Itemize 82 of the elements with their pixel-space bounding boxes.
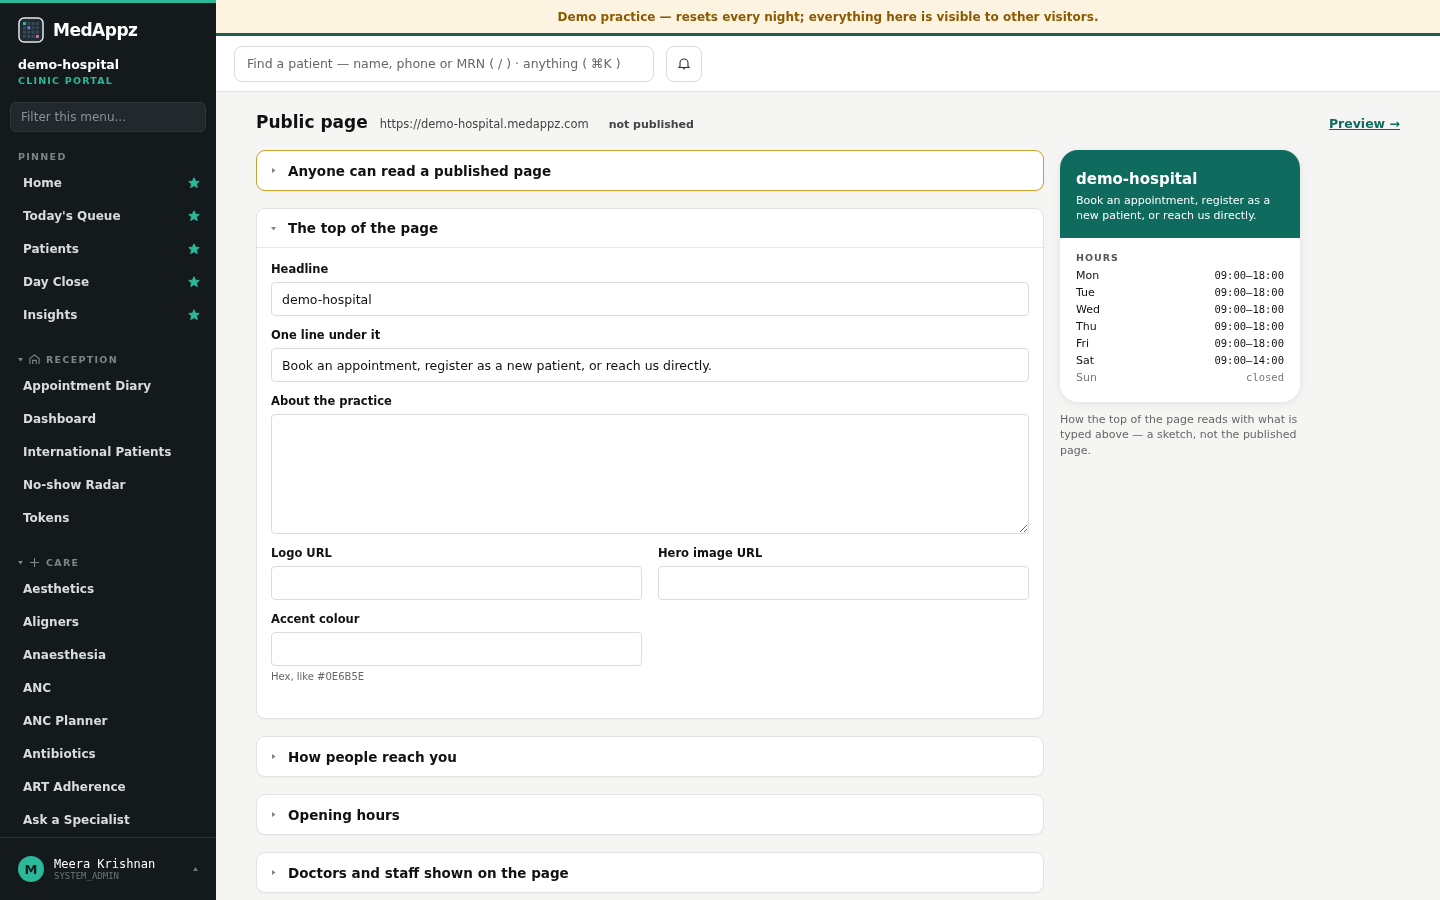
day-label: Thu [1076,319,1097,333]
menu-item[interactable]: ANC [0,671,216,704]
menu-item[interactable]: Aligners [0,605,216,638]
menu-item[interactable]: Anaesthesia [0,638,216,671]
star-icon[interactable] [188,275,200,288]
star-icon[interactable] [188,176,200,189]
day-label: Wed [1076,302,1100,316]
menu-item[interactable]: Home [0,166,216,199]
day-label: Sun [1076,370,1097,384]
hours-value: 09:00–18:00 [1214,320,1284,333]
hours-value: 09:00–18:00 [1214,337,1284,350]
field-label: Accent colour [271,612,361,626]
hours-value: 09:00–18:00 [1214,286,1284,299]
search-field[interactable]: Find a patient — name, phone or MRN ( / ) · anything ( ⌘K ) [234,45,654,82]
field-hint: Hex, like #0E6B5E [271,671,366,682]
user-role: SYSTEM_ADMIN [54,871,121,881]
bell-icon [678,57,690,70]
day-label: Tue [1076,285,1095,299]
demo-banner: Demo practice — resets every night; everything here is visible to other visitors. [216,0,1440,36]
star-icon[interactable] [188,308,200,321]
preview-link[interactable]: Preview → [1328,116,1400,131]
hours-value: 09:00–18:00 [1214,269,1284,282]
input-field[interactable] [271,566,642,600]
field-label: Logo URL [271,546,333,560]
group-heading[interactable]: CARE [46,556,80,568]
menu-item[interactable]: Patients [0,232,216,265]
section-header[interactable]: The top of the page [257,209,1043,248]
field-label: One line under it [271,328,382,342]
page-title: Public page [256,112,368,132]
caret-icon[interactable] [18,356,23,362]
menu-item[interactable]: ANC Planner [0,704,216,737]
avatar: M [18,856,44,882]
hours-value: 09:00–18:00 [1214,303,1284,316]
menu-item[interactable]: Today's Queue [0,199,216,232]
input-field[interactable]: demo-hospital [271,282,1029,316]
menu-item[interactable]: Day Close [0,265,216,298]
section-header[interactable]: How people reach you [257,737,1043,776]
section-header[interactable]: Opening hours [257,795,1043,834]
caret-icon[interactable] [18,559,23,565]
section-heading: PINNED [17,149,68,164]
user-name: Meera Krishnan [54,857,156,871]
preview-title: demo-hospital [1076,170,1199,188]
menu-item[interactable]: Tokens [0,501,216,534]
input-field[interactable] [271,632,642,666]
preview-caption: How the top of the page reads with what is typed above — a sketch, not the published page. [1060,411,1299,458]
menu-item[interactable]: Aesthetics [0,572,216,605]
field-label: Hero image URL [658,546,764,560]
input-field[interactable] [658,566,1029,600]
plus-icon [29,556,40,568]
portal-label: CLINIC PORTAL [17,74,114,86]
caret-icon[interactable] [193,867,198,871]
page-url: https://demo-hospital.medappz.com [379,117,589,131]
building-icon [29,353,40,365]
menu-item[interactable]: Appointment Diary [0,369,216,402]
menu-item[interactable]: Insights [0,298,216,331]
field-label: Headline [271,262,330,276]
hours-value: closed [1246,371,1284,384]
day-label: Sat [1076,353,1095,367]
logo-icon [18,17,44,43]
menu-item[interactable]: ART Adherence [0,770,216,803]
filter-field[interactable]: Filter this menu... [10,102,206,132]
preview-subtitle: Book an appointment, register as a new patient, or reach us directly. [1076,193,1272,224]
section-header[interactable]: Anyone can read a published page [257,151,1043,190]
menu-item[interactable]: Antibiotics [0,737,216,770]
star-icon[interactable] [188,209,200,222]
field-label: About the practice [271,394,393,408]
menu-item[interactable]: Ask a Specialist [0,803,216,836]
day-label: Mon [1076,268,1100,282]
brand-name: MedAppz [53,20,138,40]
hours-value: 09:00–14:00 [1214,354,1284,367]
notifications-button[interactable] [666,45,702,82]
input-field[interactable]: Book an appointment, register as a new patient, or reach us directly. [271,348,1029,382]
menu-item[interactable]: Dashboard [0,402,216,435]
star-icon[interactable] [188,242,200,255]
group-heading[interactable]: RECEPTION [46,353,118,365]
org-name: demo-hospital [17,56,121,72]
section-header[interactable]: Doctors and staff shown on the page [257,853,1043,892]
publish-status: not published [608,118,694,131]
menu-item[interactable]: International Patients [0,435,216,468]
day-label: Fri [1076,336,1090,350]
hours-heading: HOURS [1076,251,1120,263]
menu-item[interactable]: No-show Radar [0,468,216,501]
